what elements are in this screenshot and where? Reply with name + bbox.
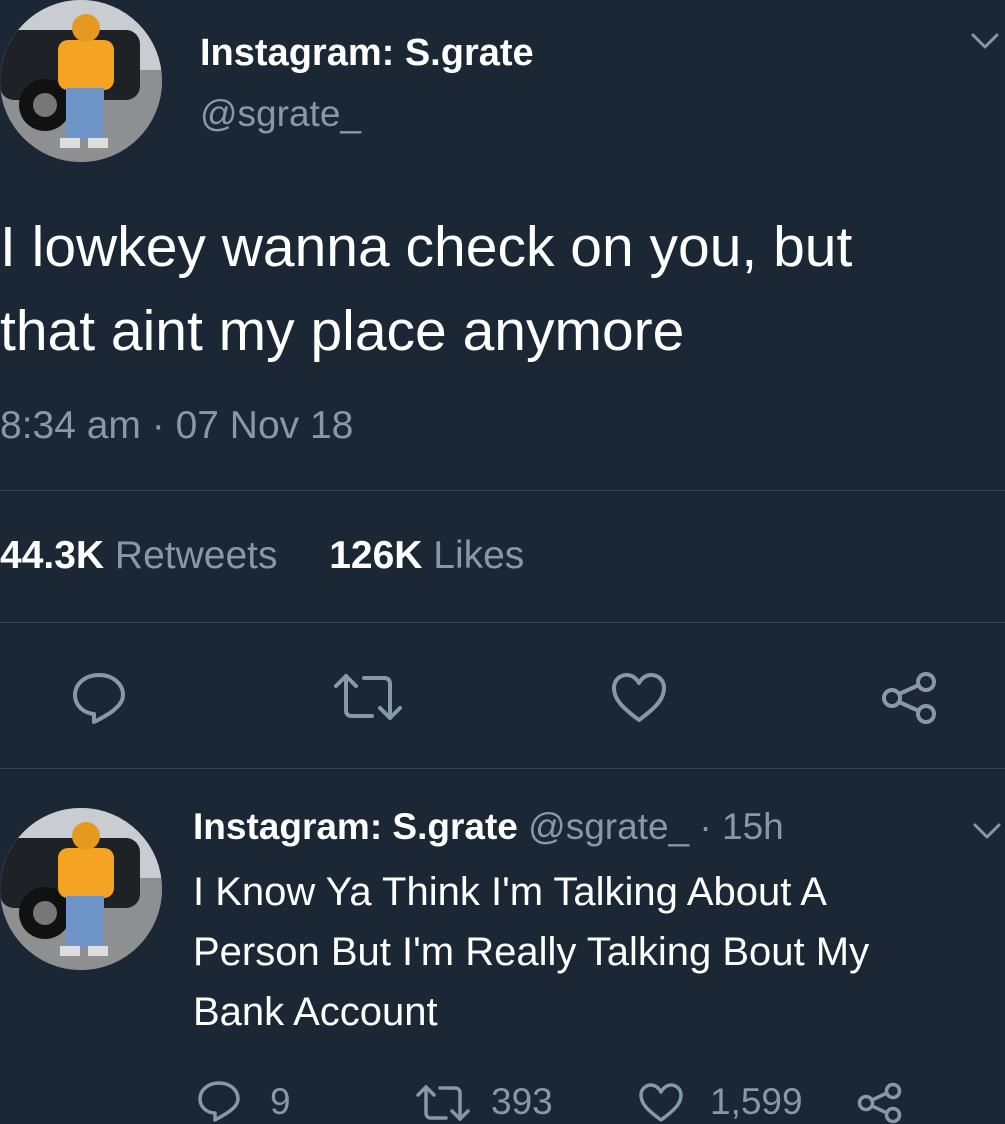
tweet-timestamp[interactable]: 8:34 am · 07 Nov 18	[0, 402, 353, 450]
chevron-down-icon[interactable]	[972, 820, 1002, 842]
retweet-icon[interactable]	[415, 1084, 471, 1122]
reply-icon[interactable]	[196, 1080, 242, 1122]
reply-handle[interactable]: @sgrate_	[528, 806, 689, 847]
reply-avatar[interactable]	[0, 808, 162, 970]
likes-label: Likes	[433, 534, 525, 577]
reply-retweet-count: 393	[491, 1081, 553, 1122]
reply-like-count: 1,599	[710, 1081, 803, 1122]
divider	[0, 622, 1005, 623]
handle[interactable]: @sgrate_	[200, 92, 361, 136]
stats-row: 44.3K Retweets 126K Likes	[0, 532, 524, 580]
display-name[interactable]: Instagram: S.grate	[200, 30, 534, 76]
reply-text-line-3: Bank Account	[193, 990, 438, 1034]
divider	[0, 768, 1005, 769]
retweet-icon[interactable]	[332, 672, 404, 722]
share-icon[interactable]	[880, 670, 940, 726]
tweet-text-line-2: that aint my place anymore	[0, 299, 685, 363]
heart-icon[interactable]	[638, 1083, 684, 1123]
likes-stat[interactable]: 126K Likes	[329, 534, 524, 577]
reply-icon[interactable]	[70, 670, 128, 726]
reply-display-name[interactable]: Instagram: S.grate	[193, 806, 518, 847]
retweets-stat[interactable]: 44.3K Retweets	[0, 534, 288, 577]
divider	[0, 490, 1005, 491]
reply-text-line-1: I Know Ya Think I'm Talking About A	[193, 870, 827, 914]
reply-time[interactable]: 15h	[722, 806, 784, 847]
avatar[interactable]	[0, 0, 162, 162]
reply-text-line-2: Person But I'm Really Talking Bout My	[193, 930, 870, 974]
avatar-photo	[0, 0, 162, 162]
chevron-down-icon[interactable]	[970, 30, 1000, 52]
reply-count: 9	[270, 1081, 291, 1122]
retweets-count: 44.3K	[0, 534, 105, 577]
avatar-photo	[0, 808, 162, 970]
retweets-label: Retweets	[114, 534, 278, 577]
heart-icon[interactable]	[610, 672, 668, 724]
reply-header: Instagram: S.grate @sgrate_ · 15h	[193, 804, 784, 850]
tweet-text-line-1: I lowkey wanna check on you, but	[0, 215, 853, 279]
share-icon[interactable]	[856, 1082, 904, 1124]
likes-count: 126K	[329, 534, 423, 577]
reply-separator: ·	[699, 806, 712, 847]
